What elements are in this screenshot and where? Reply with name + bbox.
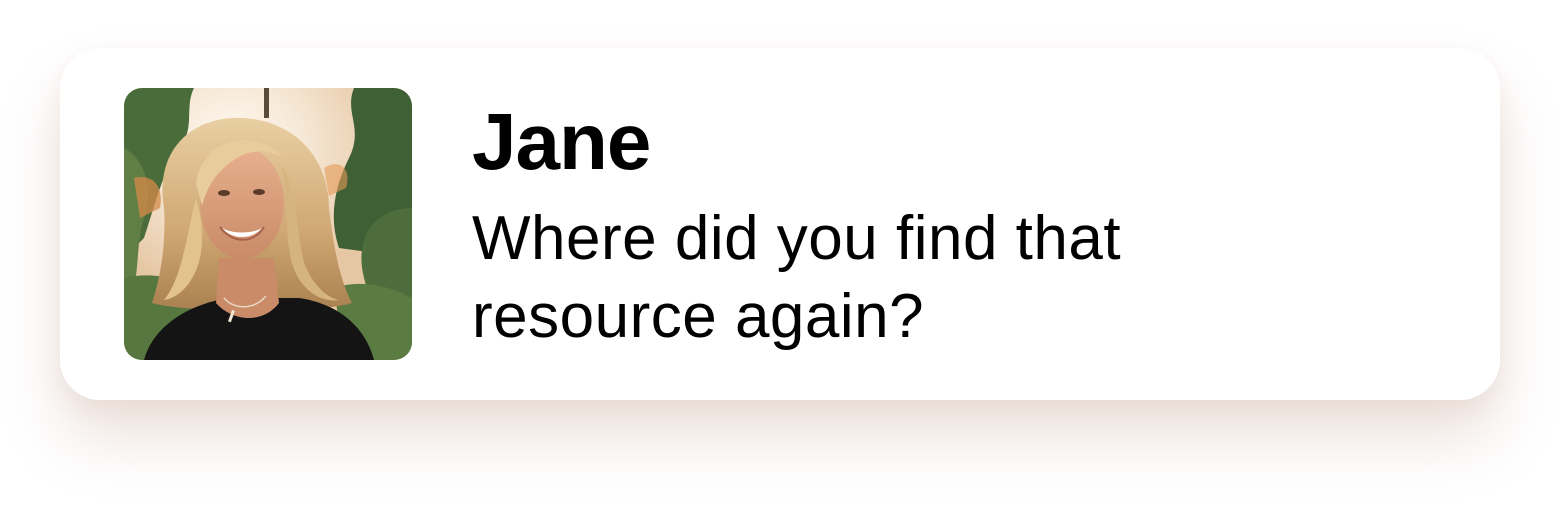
profile-photo-icon	[124, 88, 412, 360]
sender-name: Jane	[472, 97, 651, 186]
message-text: Where did you find that resource again?	[472, 204, 1122, 351]
message-card[interactable]: Jane Where did you find that resource ag…	[60, 48, 1500, 400]
avatar	[124, 88, 412, 360]
message-content: Jane Where did you find that resource ag…	[472, 98, 1372, 356]
